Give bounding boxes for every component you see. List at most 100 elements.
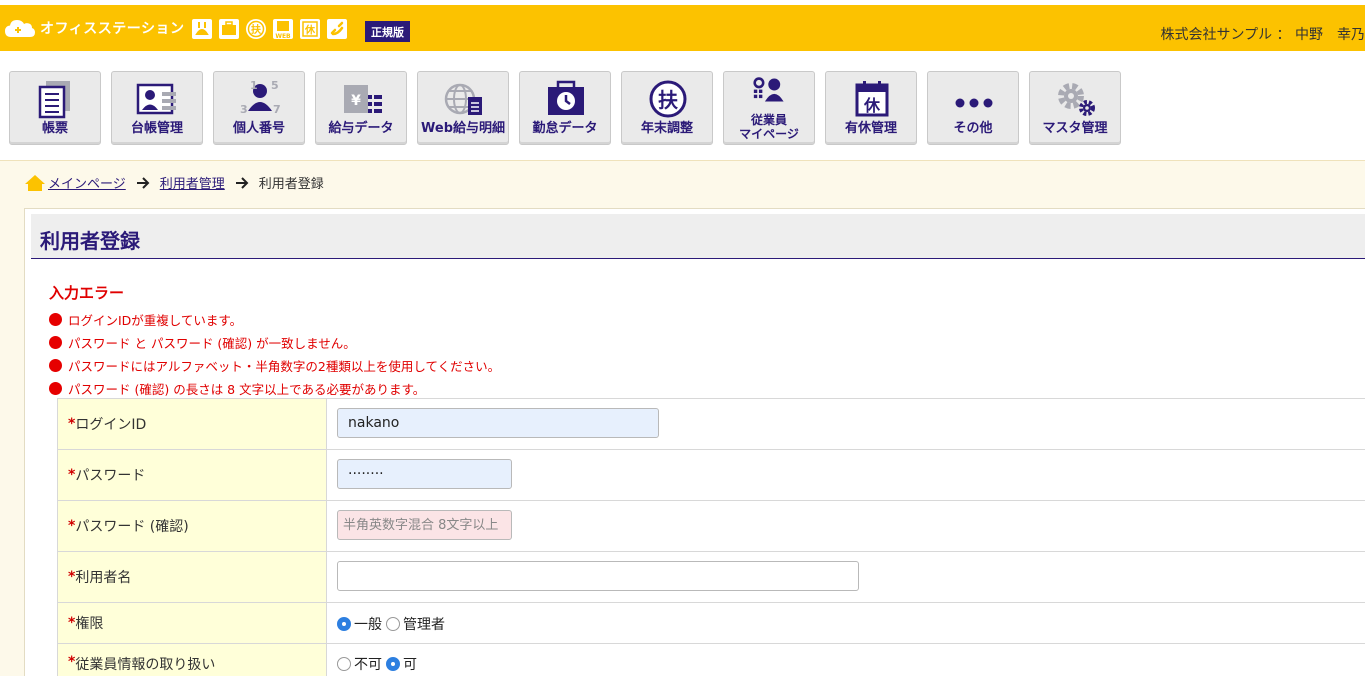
error-dot-icon: [49, 313, 62, 326]
form-row-login-id: * ログインID: [57, 399, 1365, 450]
error-item: パスワード と パスワード (確認) が一致しません。: [49, 331, 500, 354]
radio-label[interactable]: 管理者: [403, 614, 445, 634]
nav-label: 個人番号: [232, 121, 285, 136]
login-id-label: ログインID: [75, 417, 147, 433]
radio-label[interactable]: 不可: [354, 654, 382, 674]
error-title: 入力エラー: [49, 284, 125, 302]
home-icon: [24, 174, 46, 192]
authority-admin-radio[interactable]: [386, 617, 400, 631]
nav-label: 台帳管理: [130, 121, 183, 136]
nav-label: Web給与明細: [421, 121, 505, 136]
breadcrumb-current: 利用者登録: [258, 177, 324, 192]
employee-info-label: 従業員情報の取り扱い: [75, 657, 216, 673]
page-title-bar: 利用者登録: [31, 214, 1365, 259]
phone-icon[interactable]: [326, 18, 348, 40]
required-mark: *: [68, 518, 76, 534]
required-mark: *: [68, 467, 76, 483]
briefcase-icon[interactable]: [218, 18, 240, 40]
radio-label[interactable]: 一般: [354, 614, 382, 634]
password-input[interactable]: [337, 459, 512, 489]
nav-button-forms[interactable]: 帳票: [9, 71, 101, 145]
nav-button-my-number[interactable]: 1537 個人番号: [213, 71, 305, 145]
nav-button-year-end[interactable]: 扶 年末調整: [621, 71, 713, 145]
user-registration-form: *ログインID *パスワード *パスワード (確認) *利用者名 *権限 一般 …: [57, 398, 1365, 676]
app-logo[interactable]: オフィスステーション: [4, 17, 184, 39]
svg-text:3: 3: [240, 103, 248, 116]
field-value-cell: [328, 501, 1365, 551]
kyu-icon[interactable]: 休: [299, 18, 321, 40]
nav-button-master[interactable]: マスタ管理: [1029, 71, 1121, 145]
error-dot-icon: [49, 382, 62, 395]
password-confirm-label: パスワード (確認): [75, 519, 189, 535]
nav-button-payroll-data[interactable]: ¥ 給与データ: [315, 71, 407, 145]
error-dot-icon: [49, 359, 62, 372]
login-id-input[interactable]: [337, 408, 659, 438]
field-label: * 利用者名: [57, 552, 327, 602]
employee-info-yes-radio[interactable]: [386, 657, 400, 671]
edition-badge: 正規版: [365, 21, 410, 42]
form-row-password-confirm: * パスワード (確認): [57, 501, 1365, 552]
rabbit-icon[interactable]: [191, 18, 213, 40]
calendar-kyu-icon: 休: [855, 81, 889, 117]
form-row-authority: * 権限 一般 管理者: [57, 603, 1365, 644]
globe-document-icon: [444, 83, 482, 115]
svg-text:5: 5: [271, 79, 279, 92]
field-value-cell: 不可 可: [328, 644, 1365, 676]
arrow-right-icon: [235, 176, 249, 190]
nav-button-employee-mypage[interactable]: 従業員 マイページ: [723, 71, 815, 145]
main-navigation: 帳票 台帳管理 1537 個人番号 ¥ 給与データ Web給与明細 勤怠データ …: [0, 51, 1365, 160]
person-number-icon: 1 53 7: [240, 79, 281, 116]
svg-text:休: 休: [863, 96, 881, 115]
id-card-icon: [136, 83, 176, 115]
error-item: パスワード (確認) の長さは 8 文字以上である必要があります。: [49, 377, 500, 400]
password-label: パスワード: [75, 468, 146, 484]
form-document-icon: [38, 81, 70, 119]
svg-text:7: 7: [273, 103, 281, 116]
nav-button-attendance[interactable]: 勤怠データ: [519, 71, 611, 145]
nav-label: 従業員 マイページ: [724, 113, 814, 141]
gear-icon: [1058, 83, 1095, 116]
error-list: ログインIDが重複しています。 パスワード と パスワード (確認) が一致しま…: [49, 308, 500, 400]
user-company-name[interactable]: 株式会社サンプル ： 中野 幸乃: [1161, 24, 1365, 44]
error-item: パスワードにはアルファベット・半角数字の2種類以上を使用してください。: [49, 354, 500, 377]
nav-button-ledger[interactable]: 台帳管理: [111, 71, 203, 145]
svg-text:¥: ¥: [351, 93, 361, 109]
radio-label[interactable]: 可: [403, 654, 417, 674]
field-value-cell: 一般 管理者: [328, 603, 1365, 643]
field-label: * 権限: [57, 603, 327, 643]
payroll-envelope-icon: ¥: [344, 85, 382, 113]
nav-label: その他: [953, 121, 993, 136]
breadcrumb-home-link[interactable]: メインページ: [48, 173, 126, 192]
employee-info-no-radio[interactable]: [337, 657, 351, 671]
form-row-employee-info: * 従業員情報の取り扱い 不可 可: [57, 644, 1365, 676]
password-confirm-input[interactable]: [337, 510, 512, 540]
web-payslip-icon[interactable]: WEB: [272, 18, 294, 40]
fu-circle-icon: 扶: [649, 80, 687, 118]
nav-label: 勤怠データ: [532, 121, 598, 136]
authority-general-radio[interactable]: [337, 617, 351, 631]
nav-button-paid-leave[interactable]: 休 有休管理: [825, 71, 917, 145]
field-label: * 従業員情報の取り扱い: [57, 644, 327, 676]
nav-label-line2: マイページ: [739, 127, 799, 141]
field-value-cell: [328, 399, 1365, 449]
fu-icon[interactable]: 扶: [245, 18, 267, 40]
employee-gear-icon: [753, 77, 784, 102]
nav-button-web-payslip[interactable]: Web給与明細: [417, 71, 509, 145]
svg-text:扶: 扶: [658, 88, 679, 112]
arrow-right-icon: [136, 176, 150, 190]
user-name-input[interactable]: [337, 561, 859, 591]
required-mark: *: [68, 654, 76, 670]
form-row-user-name: * 利用者名: [57, 552, 1365, 603]
field-label: * パスワード: [57, 450, 327, 500]
header-bar: オフィスステーション 扶 WEB 休 正規版 株式会社サンプル ： 中野 幸乃: [0, 5, 1365, 51]
more-dots-icon: [955, 98, 993, 108]
field-value-cell: [328, 450, 1365, 500]
nav-button-others[interactable]: その他: [927, 71, 1019, 145]
svg-text:1: 1: [250, 79, 258, 92]
breadcrumb: メインページ 利用者管理 利用者登録: [24, 173, 324, 192]
error-item: ログインIDが重複しています。: [49, 308, 500, 331]
app-name: オフィスステーション: [40, 21, 185, 37]
error-text: パスワードにはアルファベット・半角数字の2種類以上を使用してください。: [68, 359, 501, 374]
nav-label: 年末調整: [640, 121, 693, 136]
breadcrumb-parent-link[interactable]: 利用者管理: [160, 173, 225, 192]
